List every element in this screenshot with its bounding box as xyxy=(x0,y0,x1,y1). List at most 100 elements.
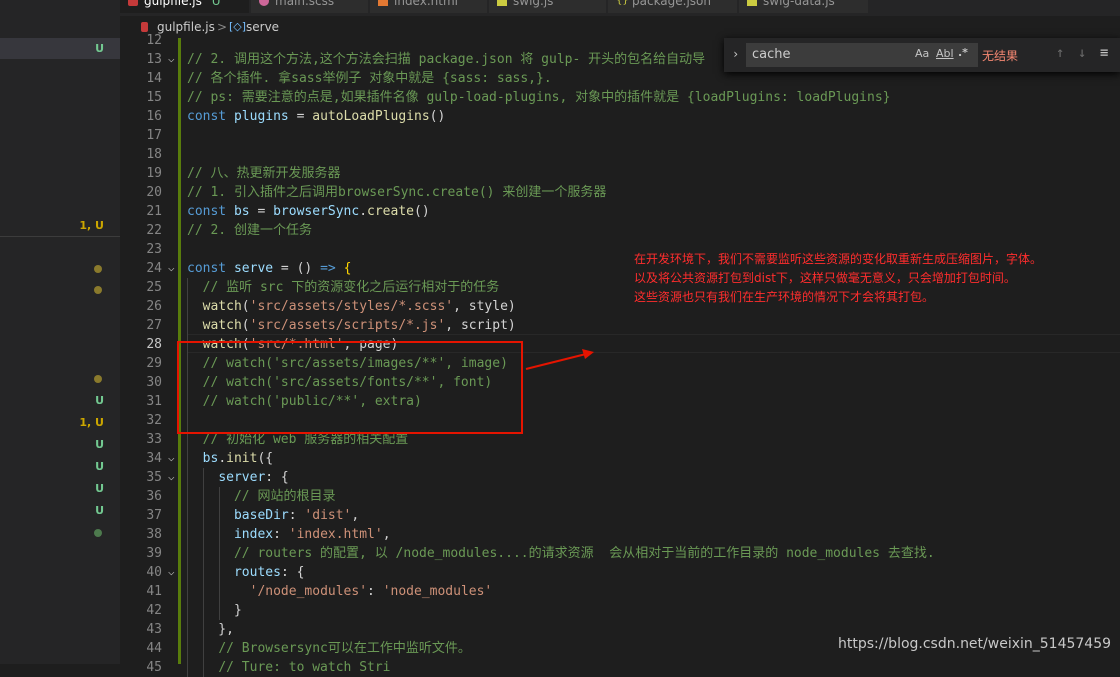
code-token: // 1. 引入插件之后调用browserSync.create() 来创建一个… xyxy=(187,185,607,200)
code-token: bs xyxy=(202,451,219,466)
explorer-panel: U 1, U U 1, U U U U U xyxy=(0,0,120,664)
find-result-count: 无结果 xyxy=(982,49,1019,63)
fold-chevron-icon[interactable]: ⌵ xyxy=(168,52,175,65)
line-number: 16 xyxy=(146,109,162,124)
code-line: // 监听 src 下的资源变化之后运行相对于的任务 xyxy=(187,278,500,297)
annotation-note: 在开发环境下，我们不需要监听这些资源的变化取重新生成压缩图片，字体。 以及将公共… xyxy=(634,250,1120,307)
line-number: 42 xyxy=(146,603,162,618)
code-line: watch('src/assets/styles/*.scss', style) xyxy=(187,297,516,316)
arrow-down-icon[interactable]: ↓ xyxy=(1078,45,1086,61)
find-input[interactable]: cache Aa Abl .* xyxy=(746,43,978,67)
breadcrumb-file[interactable]: gulpfile.js xyxy=(157,16,215,38)
code-token: // 八、热更新开发服务器 xyxy=(187,166,341,181)
indent-guide xyxy=(203,468,204,677)
editor-tab-bar: gulpfile.js U main.scss index.html swig.… xyxy=(120,0,1120,16)
code-token: const xyxy=(187,261,234,276)
line-number: 38 xyxy=(146,527,162,542)
explorer-divider xyxy=(0,236,120,237)
line-number: 44 xyxy=(146,641,162,656)
match-case-toggle[interactable]: Aa xyxy=(915,47,929,60)
chevron-right-icon[interactable]: › xyxy=(732,47,739,61)
code-token: : xyxy=(273,527,289,542)
line-number: 26 xyxy=(146,299,162,314)
line-number: 35 xyxy=(146,470,162,485)
code-token: : { xyxy=(265,470,289,485)
code-token: // 初始化 web 服务器的相关配置 xyxy=(202,432,409,447)
code-line: const bs = browserSync.create() xyxy=(187,202,430,221)
breadcrumb-symbol[interactable]: serve xyxy=(246,16,279,38)
code-token: , xyxy=(351,508,360,523)
line-number: 45 xyxy=(146,660,162,675)
code-token: bs xyxy=(233,204,250,219)
html-file-icon xyxy=(378,0,388,6)
code-token: , script) xyxy=(445,318,516,333)
line-number: 39 xyxy=(146,546,162,561)
code-token: , style) xyxy=(453,299,516,314)
code-token: { xyxy=(343,261,352,276)
modified-dot-icon xyxy=(94,265,102,273)
code-line: routes: { xyxy=(187,563,304,582)
code-line: // 1. 引入插件之后调用browserSync.create() 来创建一个… xyxy=(187,183,606,202)
indent-guide xyxy=(187,278,188,677)
untracked-dot-icon xyxy=(94,529,102,537)
code-line: // Ture: to watch Stri xyxy=(187,658,390,677)
tab-swig-js[interactable]: swig.js xyxy=(489,0,607,13)
js-file-icon xyxy=(497,0,507,6)
code-line: '/node_modules': 'node_modules' xyxy=(187,582,493,601)
variable-symbol-icon: [◇] xyxy=(229,20,247,33)
annotation-line: 这些资源也只有我们在生产环境的情况下才会将其打包。 xyxy=(634,290,935,304)
code-token: : xyxy=(288,508,305,523)
list-icon[interactable]: ≡ xyxy=(1100,45,1108,61)
js-file-icon xyxy=(128,0,138,6)
code-token: 'src/assets/scripts/*.js' xyxy=(249,318,446,333)
code-token: index xyxy=(233,527,274,542)
whole-word-toggle[interactable]: Abl xyxy=(936,47,954,60)
tab-package-json[interactable]: {} package.json xyxy=(608,0,738,13)
code-token: () xyxy=(414,204,430,219)
code-token: , xyxy=(382,527,391,542)
code-token: // 网站的根目录 xyxy=(233,489,336,504)
code-token: // ps: 需要注意的点是,如果插件名像 gulp-load-plugins,… xyxy=(187,90,891,105)
code-token: init xyxy=(226,451,258,466)
line-number: 32 xyxy=(146,413,162,428)
code-token: baseDir xyxy=(233,508,289,523)
arrow-up-icon[interactable]: ↑ xyxy=(1056,45,1064,61)
json-file-icon: {} xyxy=(616,0,629,6)
find-widget: › cache Aa Abl .* 无结果 ↑ ↓ ≡ xyxy=(724,38,1120,72)
code-token: // 2. 创建一个任务 xyxy=(187,223,312,238)
line-number: 21 xyxy=(146,204,162,219)
tab-gulpfile[interactable]: gulpfile.js U xyxy=(120,0,250,13)
code-token: 'src/assets/styles/*.scss' xyxy=(249,299,454,314)
code-token: 'dist' xyxy=(304,508,352,523)
tab-swig-data[interactable]: swig-data.js xyxy=(739,0,869,13)
fold-chevron-icon[interactable]: ⌵ xyxy=(168,470,175,483)
code-token: watch xyxy=(202,318,242,333)
fold-chevron-icon[interactable]: ⌵ xyxy=(168,451,175,464)
line-number: 20 xyxy=(146,185,162,200)
tab-main-scss[interactable]: main.scss xyxy=(251,0,369,13)
code-token: // 2. 调用这个方法,这个方法会扫描 package.json 将 gulp… xyxy=(187,52,706,67)
modified-dot-icon xyxy=(94,286,102,294)
fold-chevron-icon[interactable]: ⌵ xyxy=(168,261,175,274)
regex-toggle[interactable]: .* xyxy=(958,46,968,59)
line-number: 31 xyxy=(146,394,162,409)
git-status-badge: U xyxy=(95,42,104,55)
line-number: 12 xyxy=(146,33,162,48)
code-token: }, xyxy=(187,622,234,637)
line-number-gutter: 12 13 ⌵ 14 15 16 17 18 19 20 21 22 23 24 ⌵ 25 26 27 28 29 30… xyxy=(120,33,175,675)
line-number: 28 xyxy=(146,337,162,352)
code-token: = xyxy=(249,204,274,219)
code-line: bs.init({ xyxy=(187,449,273,468)
tab-index-html[interactable]: index.html xyxy=(370,0,488,13)
code-token: browserSync xyxy=(273,204,360,219)
code-line: // 八、热更新开发服务器 xyxy=(187,164,340,183)
fold-chevron-icon[interactable]: ⌵ xyxy=(168,565,175,578)
code-token: // routers 的配置, 以 /node_modules....的请求资源… xyxy=(233,546,935,561)
git-status-badge: 1, U xyxy=(79,416,104,429)
line-number: 17 xyxy=(146,128,162,143)
git-status-badge: U xyxy=(95,504,104,517)
